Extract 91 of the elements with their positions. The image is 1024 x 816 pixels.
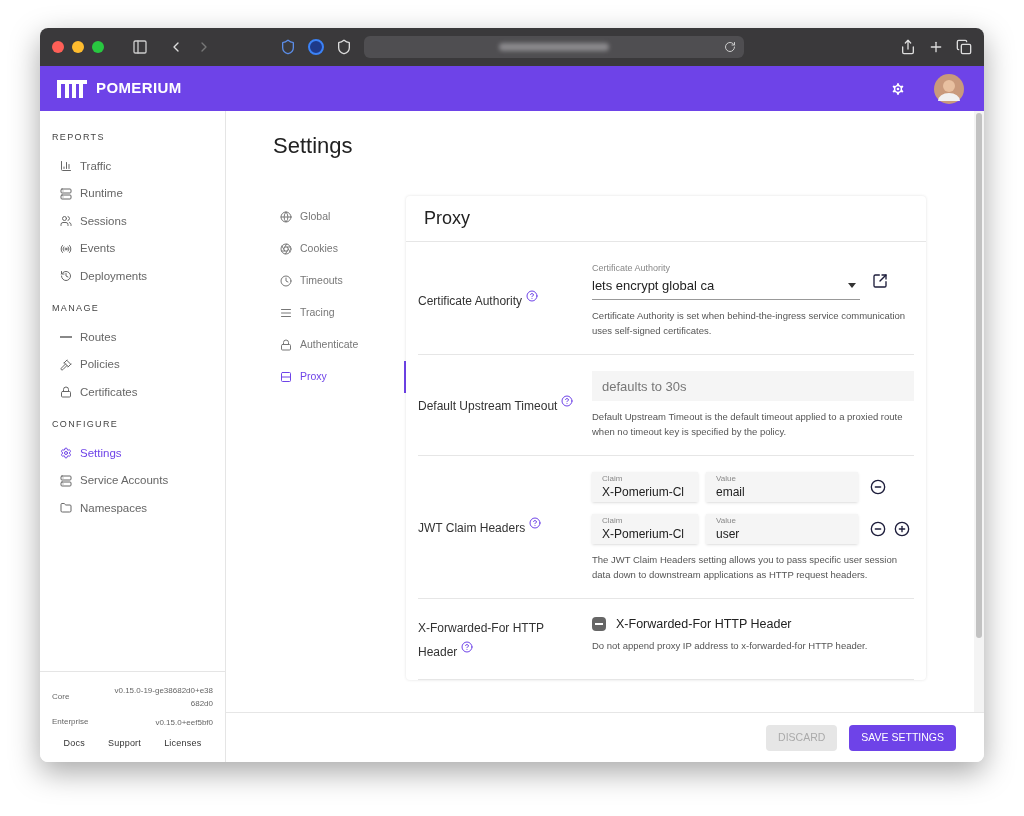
sidebar-item[interactable]: Runtime bbox=[52, 180, 213, 208]
field-label: Claim bbox=[602, 516, 624, 526]
remove-icon[interactable] bbox=[870, 521, 886, 537]
sidebar-item[interactable]: Certificates bbox=[52, 378, 213, 406]
help-icon[interactable] bbox=[461, 641, 474, 653]
settings-nav-item[interactable]: Timeouts bbox=[280, 265, 406, 297]
field-label: Certificate Authority bbox=[592, 262, 672, 275]
add-icon[interactable] bbox=[894, 521, 910, 537]
sidebar-item[interactable]: Service Accounts bbox=[52, 467, 213, 495]
folder-icon bbox=[60, 502, 72, 515]
rows-icon bbox=[280, 371, 292, 383]
clock-icon bbox=[280, 275, 292, 287]
help-icon[interactable] bbox=[529, 517, 542, 529]
help-icon[interactable] bbox=[561, 395, 574, 407]
field-label: Value bbox=[716, 474, 737, 484]
settings-nav-item[interactable]: Global bbox=[280, 201, 406, 233]
version-value: v0.15.0+eef5bf0 bbox=[154, 716, 213, 729]
claim-value: X-Pomerium-Cl bbox=[602, 484, 685, 500]
card-title: Proxy bbox=[424, 207, 470, 230]
reload-icon[interactable] bbox=[724, 41, 736, 53]
select-value: lets encrypt global ca bbox=[592, 276, 715, 295]
version-label: Core bbox=[52, 690, 70, 703]
settings-nav-item[interactable]: Tracing bbox=[280, 297, 406, 329]
save-button[interactable]: SAVE SETTINGS bbox=[849, 724, 956, 751]
claim-field[interactable]: Claim X-Pomerium-Cl bbox=[592, 472, 698, 502]
sidebar-item[interactable]: Sessions bbox=[52, 207, 213, 235]
broadcast-icon bbox=[60, 242, 72, 255]
timeout-field[interactable]: defaults to 30s bbox=[592, 371, 914, 401]
value-text: email bbox=[716, 484, 746, 500]
claim-field[interactable]: Claim X-Pomerium-Cl bbox=[592, 514, 698, 544]
logo-text: POMERIUM bbox=[96, 78, 182, 99]
checkbox-label: X-Forwarded-For HTTP Header bbox=[616, 616, 792, 633]
section-heading: MANAGE bbox=[52, 302, 101, 315]
version-label: Enterprise bbox=[52, 716, 89, 728]
help-icon[interactable] bbox=[526, 290, 539, 302]
help-text: Certificate Authority is set when behind-the-ingress service communication uses self-signed certificates. bbox=[592, 309, 907, 338]
footer-link[interactable]: Docs bbox=[63, 736, 85, 750]
footer-link[interactable]: Support bbox=[107, 736, 142, 750]
sidebar-item[interactable]: Settings bbox=[52, 439, 213, 467]
claim-value: X-Pomerium-Cl bbox=[602, 526, 685, 542]
server-icon bbox=[60, 187, 72, 200]
globe-icon bbox=[280, 211, 292, 223]
setting-label: Default Upstream Timeout bbox=[418, 399, 574, 413]
setting-label: Certificate Authority bbox=[418, 294, 539, 308]
help-text: The JWT Claim Headers setting allows you to pass specific user session data down to downstream applications as HTTP request headers. bbox=[592, 553, 898, 582]
server-icon bbox=[60, 474, 72, 487]
value-field[interactable]: Value user bbox=[706, 514, 858, 544]
lock-icon bbox=[280, 339, 292, 351]
version-value: v0.15.0-19-ge38682d0+e38682d0 bbox=[113, 684, 213, 710]
settings-icon[interactable] bbox=[890, 80, 906, 97]
footer-link[interactable]: Licenses bbox=[164, 736, 202, 750]
chart-icon bbox=[60, 160, 72, 173]
value-field[interactable]: Value email bbox=[706, 472, 858, 502]
gavel-icon bbox=[60, 358, 72, 371]
history-icon bbox=[60, 270, 72, 283]
lock-icon bbox=[60, 386, 72, 399]
help-text: Do not append proxy IP address to x-forwarded-for HTTP header. bbox=[592, 638, 869, 653]
page-title: Settings bbox=[273, 132, 354, 160]
gear-icon bbox=[60, 447, 72, 460]
certificate-authority-select[interactable]: Certificate Authority lets encrypt global ca bbox=[592, 262, 860, 300]
new-tab-icon[interactable] bbox=[928, 39, 944, 55]
settings-nav-item[interactable]: Cookies bbox=[280, 233, 406, 265]
sidebar-item[interactable]: Routes bbox=[52, 323, 213, 351]
avatar[interactable] bbox=[934, 73, 964, 104]
sidebar-item[interactable]: Events bbox=[52, 235, 213, 263]
field-label: Value bbox=[716, 516, 737, 526]
help-text: Default Upstream Timeout is the default timeout applied to a proxied route when no timeout key is specified by the policy. bbox=[592, 410, 904, 439]
open-link-icon[interactable] bbox=[872, 273, 888, 289]
setting-label: X-Forwarded-For HTTP Header bbox=[418, 621, 544, 659]
setting-label: JWT Claim Headers bbox=[418, 521, 542, 535]
shield-icon[interactable] bbox=[336, 39, 352, 55]
section-heading: CONFIGURE bbox=[52, 418, 120, 431]
remove-icon[interactable] bbox=[870, 479, 886, 495]
sidebar-item[interactable]: Traffic bbox=[52, 152, 213, 180]
checkbox[interactable] bbox=[592, 617, 606, 632]
settings-nav-item[interactable]: Authenticate bbox=[280, 329, 406, 361]
shield-icon[interactable] bbox=[280, 39, 296, 55]
sidebar-icon[interactable] bbox=[132, 39, 148, 55]
sidebar-item[interactable]: Namespaces bbox=[52, 494, 213, 522]
value-text: user bbox=[716, 526, 741, 542]
sidebar-item[interactable]: Policies bbox=[52, 351, 213, 379]
logo-icon bbox=[56, 78, 88, 99]
share-icon[interactable] bbox=[900, 39, 916, 55]
sidebar-item[interactable]: Deployments bbox=[52, 262, 213, 290]
caret-icon bbox=[848, 282, 856, 288]
tabs-icon[interactable] bbox=[956, 39, 972, 55]
section-heading: REPORTS bbox=[52, 131, 106, 144]
field-label: Claim bbox=[602, 474, 624, 484]
aperture-icon bbox=[280, 243, 292, 255]
lines-icon bbox=[280, 307, 292, 319]
people-icon bbox=[60, 215, 72, 228]
